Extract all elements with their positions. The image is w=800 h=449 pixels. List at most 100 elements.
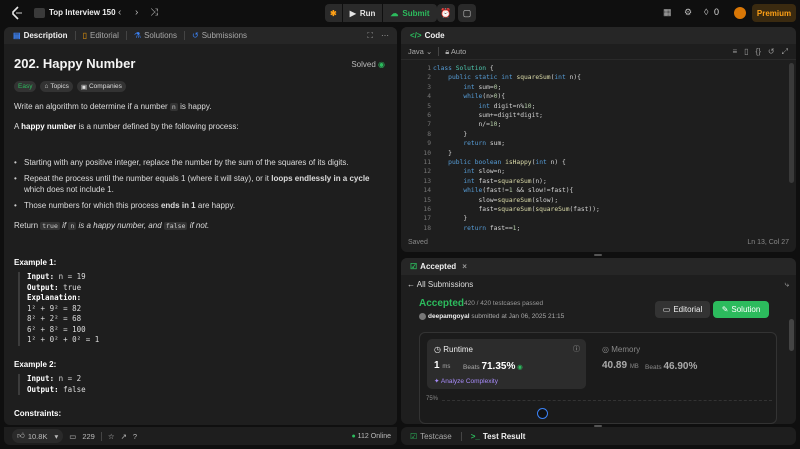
- code-line: class Solution {: [433, 65, 494, 72]
- problem-list-title[interactable]: Top Interview 150: [49, 8, 116, 17]
- braces-icon[interactable]: {}: [756, 47, 761, 57]
- chevron-left-icon[interactable]: ‹: [118, 7, 121, 18]
- chevron-right-icon[interactable]: ›: [135, 7, 138, 18]
- layout-grid-icon[interactable]: ▦: [663, 7, 672, 18]
- code-line: slow=squareSum(slow);: [433, 196, 559, 204]
- star-icon[interactable]: ☆: [108, 432, 115, 441]
- comment-icon[interactable]: ▭: [69, 432, 76, 441]
- companies-chip[interactable]: ▣ Companies: [76, 81, 126, 92]
- code-line: }: [433, 130, 468, 138]
- testcases-passed: 420 / 420 testcases passed: [464, 300, 544, 307]
- external-link-icon[interactable]: ⤷: [785, 280, 789, 290]
- format-icon[interactable]: ≡: [732, 47, 737, 57]
- share-icon[interactable]: ↗: [121, 432, 127, 441]
- performance-stats: ◷ Runtime ⓘ 1 ms Beats 71.35% ◉ ✦ Analyz…: [419, 332, 777, 424]
- like-button[interactable]: 👍︎ 10.8K ▾: [12, 429, 64, 443]
- checkbox-icon: ☑: [410, 431, 418, 441]
- line-number: 16: [423, 206, 431, 213]
- more-icon[interactable]: ⋯: [381, 31, 389, 41]
- tab-solutions[interactable]: ⚗ Solutions: [131, 31, 180, 40]
- leetcode-logo-icon[interactable]: [10, 6, 24, 20]
- runtime-title: ◷ Runtime: [434, 345, 473, 354]
- runtime-number: 1: [434, 360, 440, 371]
- line-number: 10: [423, 149, 431, 157]
- tab-description[interactable]: ▤ Description: [10, 31, 71, 40]
- problem-list-icon[interactable]: [34, 8, 45, 18]
- line-number: 8: [427, 130, 431, 138]
- premium-button[interactable]: Premium: [752, 4, 796, 22]
- tab-accepted[interactable]: ☑ Accepted ×: [407, 262, 470, 271]
- submit-button[interactable]: ☁ Submit: [383, 4, 437, 22]
- bug-icon: ✱: [330, 8, 337, 18]
- example-line: Input: n = 19: [27, 272, 99, 283]
- fire-icon[interactable]: ◊: [704, 7, 708, 17]
- memory-label: Memory: [611, 345, 641, 354]
- online-indicator: ● 112 Online: [351, 433, 391, 440]
- runtime-card[interactable]: ◷ Runtime ⓘ 1 ms Beats 71.35% ◉ ✦ Analyz…: [427, 339, 586, 389]
- timer-button[interactable]: ⏰: [437, 4, 455, 22]
- example-2-title: Example 2:: [14, 360, 57, 369]
- tab-test-result[interactable]: >_ Test Result: [468, 432, 529, 441]
- info-icon[interactable]: ⓘ: [573, 344, 580, 354]
- toolbar-divider: [438, 47, 440, 56]
- topics-chip[interactable]: ⌂ Topics: [40, 81, 73, 92]
- tab-editorial[interactable]: ▯ Editorial: [80, 31, 122, 40]
- editor-scrollbar[interactable]: [789, 63, 794, 183]
- memory-beats-value: 46.90%: [663, 361, 698, 372]
- definition-bold: happy number: [21, 122, 77, 131]
- help-icon[interactable]: ?: [133, 432, 137, 441]
- notes-button[interactable]: ▢: [458, 4, 476, 22]
- analyze-complexity-link[interactable]: ✦ Analyze Complexity: [434, 377, 498, 385]
- intro-paragraph: Write an algorithm to determine if a num…: [14, 101, 394, 113]
- username[interactable]: deepamgoyal: [428, 313, 470, 320]
- tab-submissions[interactable]: ↺ Submissions: [189, 31, 250, 40]
- all-submissions-link[interactable]: ← All Submissions: [407, 280, 473, 289]
- language-select[interactable]: Java ⌄: [408, 47, 432, 56]
- list-item-bold: ends in 1: [160, 201, 196, 210]
- auto-mode-toggle[interactable]: 🔒︎ Auto: [445, 47, 466, 57]
- editorial-button[interactable]: ▭ Editorial: [655, 301, 710, 318]
- problem-chips: Easy ⌂ Topics ▣ Companies: [14, 81, 126, 92]
- sparkle-icon: ◉: [517, 364, 523, 371]
- gear-icon[interactable]: ⚙: [684, 7, 692, 18]
- expand-icon[interactable]: ⤢: [782, 47, 788, 57]
- list-item: Repeat the process until the number equa…: [14, 173, 384, 195]
- example-label: Output:: [27, 282, 59, 292]
- list-item-text: Starting with any positive integer, repl…: [24, 158, 349, 167]
- return-paragraph: Return true if n is a happy number, and …: [14, 220, 394, 232]
- flask-icon: ⚗: [133, 31, 142, 40]
- thumbs-down-icon[interactable]: ▾: [54, 432, 58, 441]
- run-button[interactable]: ▶ Run: [342, 4, 383, 22]
- avatar: [419, 313, 426, 320]
- constraints-title: Constraints:: [14, 409, 62, 418]
- memory-chip-icon: ◎: [602, 345, 609, 354]
- debug-button[interactable]: ✱: [325, 4, 342, 22]
- lock-icon: 🔒︎: [445, 46, 450, 56]
- document-icon: ▤: [13, 31, 21, 40]
- vertical-resize-handle[interactable]: [594, 254, 602, 256]
- tab-divider: [183, 31, 185, 40]
- solution-button[interactable]: ✎ Solution: [713, 301, 769, 318]
- maximize-icon[interactable]: ⛶: [367, 31, 373, 41]
- close-icon[interactable]: ×: [462, 262, 467, 271]
- shuffle-icon[interactable]: ⤨: [150, 7, 158, 18]
- your-result-marker-icon[interactable]: [537, 408, 548, 419]
- example-line: Input: n = 2: [27, 374, 86, 385]
- example-value: true: [58, 282, 82, 292]
- code-line: public static int squareSum(int n){: [448, 74, 581, 82]
- bookmark-icon[interactable]: ▯: [744, 47, 748, 57]
- memory-title[interactable]: ◎ Memory: [602, 345, 640, 354]
- list-item-text: Those numbers for which this process: [24, 201, 161, 210]
- line-number: 13: [423, 177, 431, 185]
- avatar[interactable]: [734, 7, 746, 19]
- reset-icon[interactable]: ↺: [768, 47, 775, 57]
- code-line: sum+=digit*digit;: [433, 112, 543, 119]
- line-number: 3: [427, 83, 431, 91]
- tab-code[interactable]: </> Code: [407, 31, 448, 40]
- code-editor[interactable]: 12345678910111213141516171819 class Solu…: [401, 62, 796, 232]
- result-scrollbar[interactable]: [789, 319, 794, 351]
- tab-testcase[interactable]: ☑ Testcase: [407, 432, 455, 441]
- tab-test-result-label: Test Result: [482, 431, 526, 441]
- code-line: int slow=n;: [463, 168, 506, 176]
- code-line: }: [433, 215, 468, 223]
